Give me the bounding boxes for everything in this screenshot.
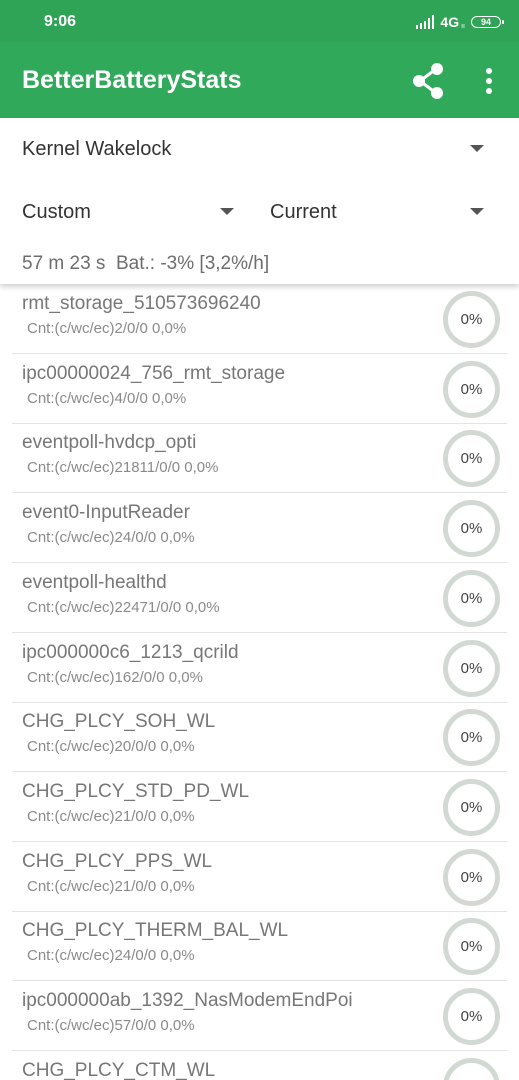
- status-time: 9:06: [44, 13, 77, 30]
- reference-to-dropdown[interactable]: Current: [270, 194, 484, 230]
- wakelock-name: ipc000000c6_1213_qcrild: [22, 642, 239, 663]
- percent-value: 0%: [460, 938, 483, 955]
- wakelock-count: Cnt:(c/wc/ec)162/0/0 0,0%: [27, 669, 203, 686]
- percent-value: 0%: [460, 450, 483, 467]
- percent-value: 0%: [460, 1008, 483, 1025]
- percent-value: 0%: [460, 381, 483, 398]
- percent-value: 0%: [460, 869, 483, 886]
- more-options-button[interactable]: [474, 60, 504, 102]
- wakelock-name: CHG_PLCY_PPS_WL: [22, 851, 213, 872]
- summary-text: 57 m 23 s Bat.: -3% [3,2%/h]: [22, 253, 270, 274]
- percent-value: 0%: [460, 799, 483, 816]
- percent-gauge: 0%: [443, 779, 500, 836]
- wakelock-count: Cnt:(c/wc/ec)21/0/0 0,0%: [27, 808, 195, 825]
- wakelock-count: Cnt:(c/wc/ec)22471/0/0 0,0%: [27, 599, 220, 616]
- percent-value: 0%: [460, 590, 483, 607]
- share-icon: [413, 63, 443, 99]
- wakelock-name: CHG_PLCY_SOH_WL: [22, 711, 216, 732]
- wakelock-name: eventpoll-hvdcp_opti: [22, 432, 197, 453]
- stat-type-label: Kernel Wakelock: [22, 138, 172, 160]
- list-item[interactable]: CHG_PLCY_PPS_WL Cnt:(c/wc/ec)21/0/0 0,0% 0…: [0, 842, 519, 912]
- list-item[interactable]: CHG_PLCY_THERM_BAL_WL Cnt:(c/wc/ec)24/0/0…: [0, 911, 519, 981]
- list-item[interactable]: ipc000000ab_1392_NasModemEndPoi Cnt:(c/wc…: [0, 981, 519, 1051]
- percent-value: 0%: [460, 520, 483, 537]
- list-item[interactable]: ipc00000024_756_rmt_storage Cnt:(c/wc/ec)…: [0, 354, 519, 424]
- dropdown-arrow-icon: [220, 208, 234, 215]
- wakelock-count: Cnt:(c/wc/ec)24/0/0 0,0%: [27, 947, 195, 964]
- wakelock-count: Cnt:(c/wc/ec)2/0/0 0,0%: [27, 320, 187, 337]
- wakelock-count: Cnt:(c/wc/ec)24/0/0 0,0%: [27, 529, 195, 546]
- list-item[interactable]: event0-InputReader Cnt:(c/wc/ec)24/0/0 0,…: [0, 493, 519, 563]
- percent-gauge: 0%: [443, 500, 500, 557]
- battery-level: 94: [480, 17, 491, 27]
- wakelock-name: rmt_storage_510573696240: [22, 293, 261, 314]
- wakelock-name: CHG_PLCY_STD_PD_WL: [22, 781, 250, 802]
- percent-gauge: 0%: [443, 988, 500, 1045]
- percent-gauge: 0%: [443, 291, 500, 348]
- dropdown-arrow-icon: [470, 145, 484, 152]
- percent-value: 0%: [460, 311, 483, 328]
- wakelock-name: ipc00000024_756_rmt_storage: [22, 363, 286, 384]
- wakelock-list[interactable]: rmt_storage_510573696240 Cnt:(c/wc/ec)2/0…: [0, 284, 519, 1080]
- app-title: BetterBatteryStats: [22, 66, 242, 94]
- battery-icon: 94: [471, 16, 504, 28]
- wakelock-count: Cnt:(c/wc/ec)4/0/0 0,0%: [27, 390, 187, 407]
- wakelock-count: Cnt:(c/wc/ec)21811/0/0 0,0%: [27, 459, 219, 476]
- list-item[interactable]: CHG_PLCY_STD_PD_WL Cnt:(c/wc/ec)21/0/0 0,…: [0, 772, 519, 842]
- wakelock-count: Cnt:(c/wc/ec)21/0/0 0,0%: [27, 878, 195, 895]
- list-item[interactable]: rmt_storage_510573696240 Cnt:(c/wc/ec)2/0…: [0, 284, 519, 354]
- share-button[interactable]: [408, 60, 450, 102]
- percent-gauge: 0%: [443, 361, 500, 418]
- list-item[interactable]: CHG_PLCY_SOH_WL Cnt:(c/wc/ec)20/0/0 0,0% 0…: [0, 702, 519, 772]
- network-type: 4G: [440, 14, 460, 30]
- wakelock-name: eventpoll-healthd: [22, 572, 167, 593]
- percent-gauge: 0%: [443, 709, 500, 766]
- percent-gauge: 0%: [443, 570, 500, 627]
- status-bar: 9:06 4G ıı 94: [0, 0, 519, 42]
- percent-gauge: 0%: [443, 640, 500, 697]
- percent-gauge: [443, 1058, 500, 1080]
- wakelock-name: CHG_PLCY_CTM_WL: [22, 1060, 216, 1080]
- stat-type-dropdown[interactable]: Kernel Wakelock: [22, 131, 484, 167]
- status-indicators: 4G ıı 94: [416, 12, 504, 32]
- wakelock-name: ipc000000ab_1392_NasModemEndPoi: [22, 990, 353, 1011]
- signal-strength-icon: [416, 15, 435, 29]
- list-item[interactable]: eventpoll-healthd Cnt:(c/wc/ec)22471/0/0 …: [0, 563, 519, 633]
- more-vert-icon: [486, 68, 492, 94]
- wakelock-count: Cnt:(c/wc/ec)57/0/0 0,0%: [27, 1017, 195, 1034]
- percent-gauge: 0%: [443, 430, 500, 487]
- reference-from-label: Custom: [22, 201, 91, 223]
- dropdown-arrow-icon: [470, 208, 484, 215]
- reference-from-dropdown[interactable]: Custom: [22, 194, 234, 230]
- list-item[interactable]: eventpoll-hvdcp_opti Cnt:(c/wc/ec)21811/0…: [0, 423, 519, 493]
- network-activity-icon: ıı: [461, 22, 465, 30]
- percent-value: 0%: [460, 660, 483, 677]
- list-item[interactable]: CHG_PLCY_CTM_WL: [0, 1051, 519, 1080]
- percent-gauge: 0%: [443, 849, 500, 906]
- wakelock-count: Cnt:(c/wc/ec)20/0/0 0,0%: [27, 738, 195, 755]
- reference-to-label: Current: [270, 201, 337, 223]
- percent-gauge: 0%: [443, 918, 500, 975]
- percent-value: 0%: [460, 729, 483, 746]
- list-item[interactable]: ipc000000c6_1213_qcrild Cnt:(c/wc/ec)162/…: [0, 633, 519, 703]
- app-bar: BetterBatteryStats: [0, 42, 519, 118]
- filter-panel: Kernel Wakelock Custom Current 57 m 23 s…: [0, 118, 519, 284]
- wakelock-name: CHG_PLCY_THERM_BAL_WL: [22, 920, 289, 941]
- wakelock-name: event0-InputReader: [22, 502, 190, 523]
